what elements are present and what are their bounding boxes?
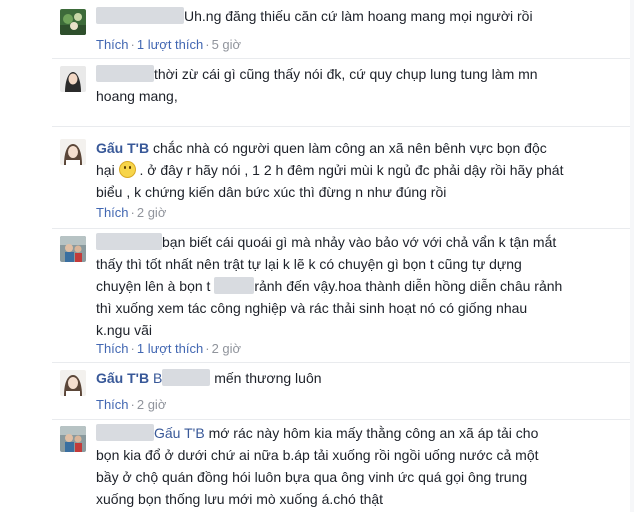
comment-text: chuyện lên à bọn t [96,278,211,294]
separator-dot: · [130,205,135,220]
avatar[interactable] [60,236,86,262]
like-button[interactable]: Thích [96,205,129,220]
comment-actions: Thích · 2 giờ [96,396,166,414]
comment-text: thời zừ cái gì cũng thấy nói đk, cứ quy … [154,66,538,82]
comment-text: thấy thì tốt nhất nên trật tự lại k lẽ k… [96,256,522,272]
scrollbar[interactable] [630,0,634,512]
like-count[interactable]: 1 lượt thích [137,341,203,356]
comment-text: rảnh đến vậy.hoa thành diễn hồng diễn ch… [254,278,563,294]
comment-text: Uh.ng đăng thiếu căn cứ làm hoang mang m… [184,8,533,24]
separator-dot: · [130,341,135,356]
avatar[interactable] [60,370,86,396]
separator-dot: · [130,397,135,412]
comment-text: . ở đây r hãy nói , 1 2 h đêm ngửi mùi k… [139,162,564,178]
mentioned-user-initial[interactable]: B [153,370,162,386]
comment-actions: Thích · 1 lượt thích · 5 giờ [96,36,241,54]
author-name[interactable] [96,233,162,250]
like-count[interactable]: 1 lượt thích [137,37,203,52]
like-button[interactable]: Thích [96,397,129,412]
author-name[interactable]: Gấu T'B [96,140,149,156]
mentioned-user[interactable]: Gấu T'B [154,425,205,441]
comment-body: Gấu T'B B mến thương luôn [96,367,616,389]
author-name[interactable]: Gấu T'B [96,370,149,386]
comment-text: k.ngu vãi [96,322,153,338]
comment-text: thì xuống xem tác công nghiệp và rác thả… [96,300,528,316]
divider [52,362,634,363]
comment-body: thời zừ cái gì cũng thấy nói đk, cứ quy … [96,63,616,107]
like-button[interactable]: Thích [96,37,129,52]
author-name[interactable] [96,424,154,441]
author-name[interactable] [96,65,154,82]
comment-actions: Thích · 1 lượt thích · 2 giờ [96,340,241,358]
comment-text: mớ rác này hôm kia mấy thằng công an xã … [208,425,539,441]
divider [52,126,634,127]
author-name[interactable] [96,7,184,24]
separator-dot: · [205,341,210,356]
mentioned-user[interactable] [162,369,211,386]
comment-text: hại [96,162,115,178]
comment-text: bầy ở chộ quán đồng hói luôn bựa qua ông… [96,469,528,485]
divider [52,58,634,59]
comment-text: xuống bọn thống lưu mới mò xuống á.chó t… [96,491,384,507]
comment-body: Uh.ng đăng thiếu căn cứ làm hoang mang m… [96,5,616,27]
timestamp[interactable]: 2 giờ [137,205,167,220]
mentioned-user[interactable] [214,277,255,294]
timestamp[interactable]: 2 giờ [212,341,242,356]
like-button[interactable]: Thích [96,341,129,356]
timestamp[interactable]: 2 giờ [137,397,167,412]
comment-text: biểu , k chứng kiến dân bức xúc thì đừng… [96,184,447,200]
comment-text: bọn kia đổ ở dưới chứ ai nữa b.áp tải xu… [96,447,539,463]
comment-body: Gấu T'B mớ rác này hôm kia mấy thằng côn… [96,422,616,510]
comment-text: chắc nhà có người quen làm công an xã nê… [153,140,547,156]
avatar[interactable] [60,9,86,35]
avatar[interactable] [60,66,86,92]
comment-text: mến thương luôn [214,370,322,386]
smiley-emoji-icon [118,161,136,178]
timestamp[interactable]: 5 giờ [212,37,242,52]
avatar[interactable] [60,139,86,165]
separator-dot: · [130,37,135,52]
divider [52,419,634,420]
comment-body: bạn biết cái quoái gì mà nhảy vào bảo vớ… [96,231,616,341]
comment-actions: Thích · 2 giờ [96,204,166,222]
comment-text: bạn biết cái quoái gì mà nhảy vào bảo vớ… [162,234,557,250]
comment-body: Gấu T'B chắc nhà có người quen làm công … [96,137,616,203]
separator-dot: · [205,37,210,52]
comment-text: hoang mang, [96,88,178,104]
avatar[interactable] [60,426,86,452]
divider [52,228,634,229]
